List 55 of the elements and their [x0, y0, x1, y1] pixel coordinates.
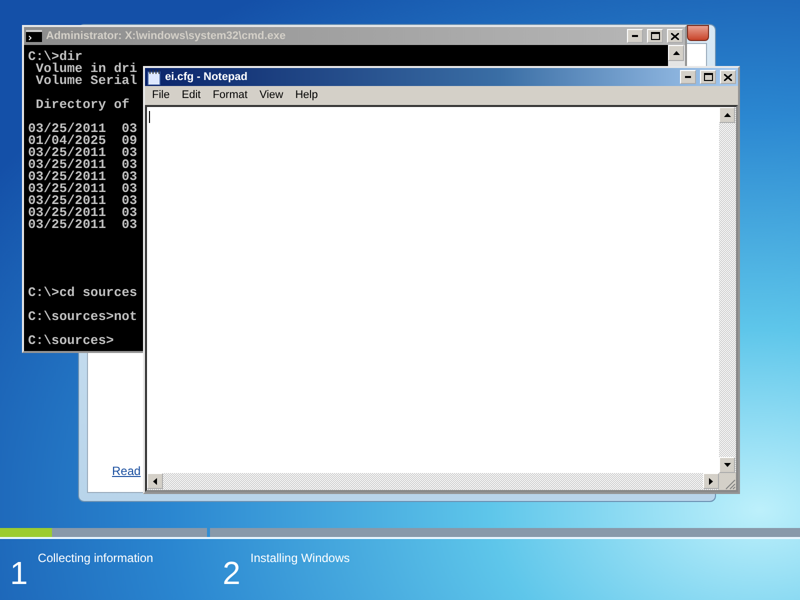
console-line: 03/25/2011 03 [28, 195, 138, 207]
scroll-up-button[interactable] [668, 45, 684, 61]
console-line: 03/25/2011 03 [28, 123, 138, 135]
step-number: 2 [222, 557, 240, 589]
console-line: 03/25/2011 03 [28, 159, 138, 171]
window-title: Administrator: X:\windows\system32\cmd.exe [46, 30, 287, 42]
down-arrow-icon [724, 463, 730, 467]
text-caret [149, 111, 150, 123]
maximize-button[interactable] [700, 70, 716, 84]
step-label: Installing Windows [250, 551, 350, 565]
scroll-up-button[interactable] [719, 107, 735, 123]
console-line: Volume Serial [34, 75, 138, 87]
step-label: Collecting information [38, 551, 154, 565]
read-link[interactable]: Read [112, 464, 141, 478]
scrollbar[interactable] [668, 45, 685, 67]
maximize-icon [704, 73, 712, 81]
console-line: Volume in dri [34, 63, 138, 75]
console-line: Directory of [34, 99, 130, 111]
console-line: C:\>cd sources [28, 287, 138, 299]
scroll-left-button[interactable] [147, 473, 163, 489]
minimize-icon [685, 76, 691, 78]
menu-item[interactable]: File [147, 88, 175, 102]
console-line: 03/25/2011 03 [28, 171, 138, 183]
menu-item[interactable]: Edit [176, 88, 206, 102]
scroll-down-button[interactable] [719, 457, 735, 473]
close-icon [671, 32, 679, 40]
window-title: ei.cfg - Notepad [165, 71, 249, 83]
minimize-button[interactable] [627, 29, 643, 43]
notepad-icon [147, 70, 161, 84]
scroll-right-button[interactable] [703, 473, 719, 489]
left-arrow-icon [153, 478, 157, 484]
maximize-icon [650, 32, 660, 40]
console-line: 03/25/2011 03 [28, 147, 138, 159]
console-line: 03/25/2011 03 [28, 183, 138, 195]
console-line: C:\sources> [28, 335, 114, 347]
close-icon [724, 74, 732, 80]
console-icon [26, 30, 42, 42]
menu-item[interactable]: Help [290, 88, 323, 102]
console-line: C:\sources>not [28, 311, 138, 323]
minimize-icon [632, 35, 638, 37]
menu-item[interactable]: View [254, 88, 288, 102]
vertical-scrollbar[interactable] [719, 107, 736, 473]
up-arrow-icon [724, 113, 730, 117]
right-arrow-icon [709, 478, 713, 484]
horizontal-scrollbar[interactable] [147, 473, 719, 490]
maximize-button[interactable] [647, 29, 663, 43]
console-line: C:\>dir [28, 51, 83, 63]
resize-grip-icon[interactable] [724, 478, 736, 490]
up-arrow-icon [672, 51, 680, 55]
console-line: 03/25/2011 03 [28, 207, 138, 219]
menu-item[interactable]: Format [208, 88, 253, 102]
console-line: 03/25/2011 03 [28, 219, 138, 231]
minimize-button[interactable] [680, 70, 696, 84]
console-line: 01/04/2025 09 [28, 135, 138, 147]
step-number: 1 [10, 557, 28, 589]
